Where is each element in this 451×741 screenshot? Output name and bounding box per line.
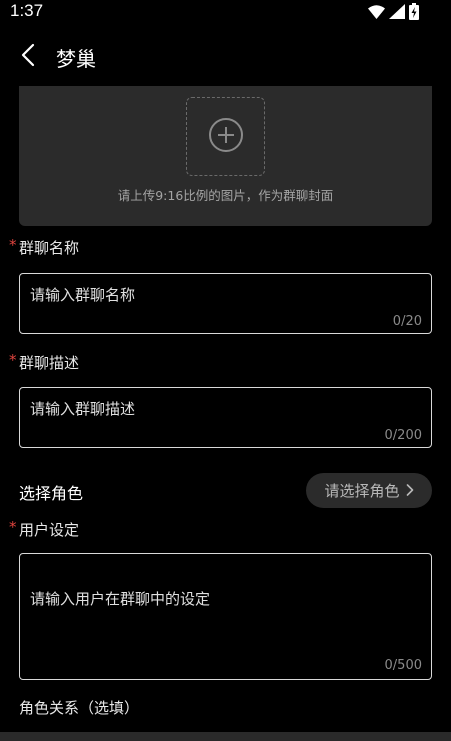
- user-setting-label: 用户设定: [19, 521, 80, 539]
- page-title: 梦巢: [56, 47, 96, 71]
- role-label: 选择角色: [19, 484, 84, 503]
- user-setting-textarea[interactable]: 请输入用户在群聊中的设定 0/500: [19, 553, 432, 680]
- group-name-placeholder: 请输入群聊名称: [30, 286, 136, 304]
- select-role-button[interactable]: 请选择角色: [306, 473, 432, 508]
- select-role-text: 请选择角色: [324, 482, 400, 500]
- plus-circle-icon: [208, 117, 244, 157]
- bottom-edge: [0, 732, 451, 741]
- user-setting-placeholder: 请输入用户在群聊中的设定: [30, 590, 211, 608]
- status-bar: 1:37: [0, 0, 451, 26]
- cover-hint: 请上传9:16比例的图片，作为群聊封面: [117, 188, 334, 203]
- group-desc-label: 群聊描述: [19, 354, 80, 372]
- signal-icon: [389, 3, 405, 23]
- battery-charging-icon: [409, 2, 419, 24]
- group-name-input[interactable]: 请输入群聊名称 0/20: [19, 273, 432, 334]
- cover-upload-card: 请上传9:16比例的图片，作为群聊封面: [19, 86, 432, 226]
- chevron-left-icon: [21, 43, 35, 71]
- role-relation-label: 角色关系（选填）: [19, 699, 140, 717]
- cover-upload-button[interactable]: [186, 97, 265, 176]
- group-desc-input[interactable]: 请输入群聊描述 0/200: [19, 387, 432, 448]
- required-mark: *: [9, 351, 17, 369]
- group-desc-counter: 0/200: [384, 428, 422, 443]
- required-mark: *: [9, 518, 17, 536]
- group-name-label: 群聊名称: [19, 239, 80, 257]
- group-desc-placeholder: 请输入群聊描述: [30, 400, 136, 418]
- required-mark: *: [9, 236, 17, 254]
- chevron-right-icon: [406, 481, 414, 500]
- back-button[interactable]: [14, 42, 42, 72]
- status-time: 1:37: [10, 1, 44, 20]
- group-name-counter: 0/20: [392, 314, 422, 329]
- app-header: 梦巢: [0, 34, 451, 80]
- user-setting-counter: 0/500: [384, 658, 422, 673]
- status-icons: [368, 2, 419, 24]
- wifi-icon: [368, 4, 385, 23]
